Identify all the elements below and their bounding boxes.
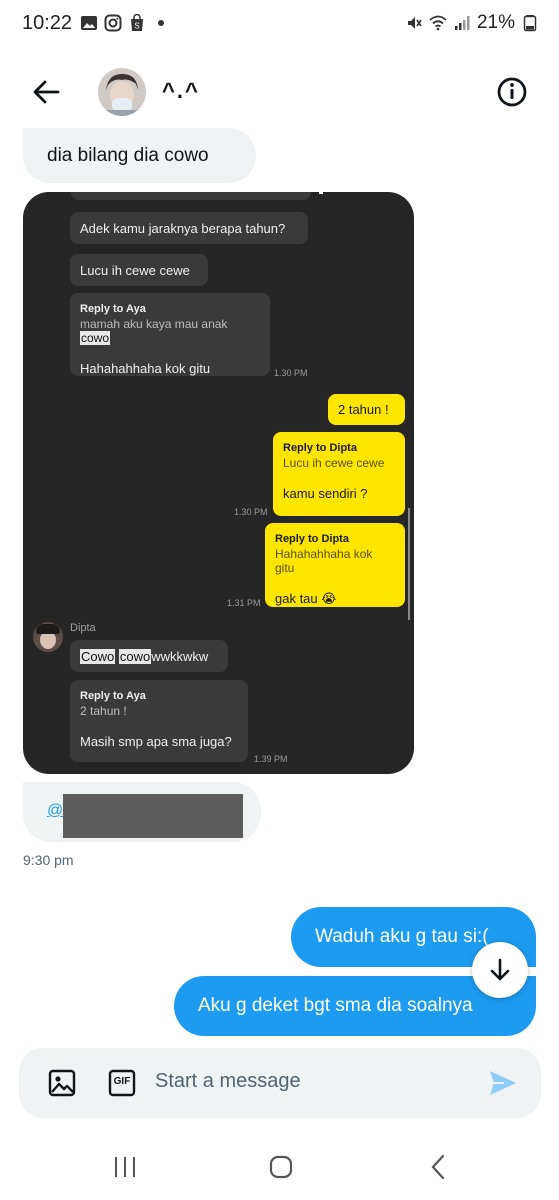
screenshot-time: 1.31 PM: [227, 598, 261, 608]
sender-name: Dipta: [70, 622, 96, 634]
image-artifact: [319, 192, 323, 194]
battery-percent: 21%: [476, 12, 515, 33]
mention-link[interactable]: @: [47, 802, 63, 820]
cut-off-bubble: [71, 192, 311, 200]
back-icon[interactable]: [424, 1152, 454, 1182]
reply-title: Reply to Dipta: [275, 533, 349, 545]
message-timestamp: 9:30 pm: [23, 852, 74, 868]
scrollbar: [408, 508, 410, 620]
image-icon[interactable]: [47, 1068, 77, 1098]
reply-quote: Lucu ih cewe cewe: [283, 456, 385, 470]
info-icon[interactable]: [494, 74, 530, 110]
conversation-header: ^.^: [0, 60, 559, 124]
battery-icon: [523, 15, 537, 32]
screenshot-message-text: 2 tahun !: [338, 402, 389, 417]
status-right-icons: 21%: [405, 12, 539, 34]
send-icon[interactable]: [487, 1067, 519, 1099]
screenshot-time: 1.30 PM: [274, 368, 308, 378]
avatar[interactable]: [98, 68, 146, 116]
status-bar: 10:22 S 21%: [0, 0, 559, 50]
reply-title: Reply to Aya: [80, 690, 146, 702]
navigation-bar: [0, 1140, 559, 1200]
svg-text:S: S: [134, 22, 139, 31]
screenshot-message-text: wwkkwkw: [151, 648, 209, 664]
message-text: Aku g deket bgt sma dia soalnya: [198, 995, 473, 1016]
reply-title: Reply to Aya: [80, 303, 146, 315]
screenshot-time: 1.39 PM: [254, 754, 288, 764]
home-icon[interactable]: [266, 1152, 296, 1182]
screenshot-message: Cowo cowo wwkkwkw: [70, 640, 228, 672]
wifi-icon: [429, 15, 447, 31]
mute-icon: [407, 17, 422, 29]
screenshot-sent-reply: Reply to Dipta Hahahahhaha kok gitu gak …: [265, 523, 405, 607]
message-text: Waduh aku g tau si:(: [315, 926, 489, 947]
message-composer: GIF Start a message: [19, 1048, 541, 1118]
reply-quote: mamah aku kaya mau anak cowo: [80, 317, 260, 345]
screenshot-time: 1.30 PM: [234, 507, 268, 517]
screenshot-message-text: Adek kamu jaraknya berapa tahun?: [80, 220, 286, 236]
shared-image[interactable]: Adek kamu jaraknya berapa tahun? Lucu ih…: [23, 192, 414, 774]
highlighted-word: cowo: [80, 331, 111, 345]
instagram-icon: [104, 14, 122, 32]
message-input[interactable]: Start a message: [155, 1070, 301, 1093]
reply-text: Hahahahhaha kok gitu: [80, 361, 211, 376]
screenshot-sent-reply: Reply to Dipta Lucu ih cewe cewe kamu se…: [273, 432, 405, 516]
arrow-left-icon[interactable]: [28, 74, 64, 110]
reply-text: Masih smp apa sma juga?: [80, 734, 232, 749]
reply-text: kamu sendiri ?: [283, 486, 368, 501]
sender-avatar: [33, 622, 63, 652]
highlighted-word: Cowo: [80, 648, 116, 664]
reply-quote-text: mamah aku kaya mau anak: [80, 317, 228, 331]
message-incoming[interactable]: dia bilang dia cowo: [23, 128, 256, 183]
shop-icon: S: [131, 14, 143, 31]
screenshot-reply-message: Reply to Aya 2 tahun ! Masih smp apa sma…: [70, 680, 248, 762]
reply-title: Reply to Dipta: [283, 442, 357, 454]
screenshot-message: Lucu ih cewe cewe: [70, 254, 208, 286]
arrow-down-icon: [490, 958, 510, 981]
image-icon: [81, 16, 97, 30]
message-incoming-mention[interactable]: @: [23, 782, 261, 842]
recent-apps-icon[interactable]: [110, 1152, 140, 1182]
screenshot-reply-message: Reply to Aya mamah aku kaya mau anak cow…: [70, 293, 270, 376]
dot-icon: [158, 20, 164, 26]
screenshot-sent-message: 2 tahun !: [328, 394, 405, 425]
screenshot-message: Adek kamu jaraknya berapa tahun?: [70, 212, 308, 244]
highlighted-word: cowo: [118, 648, 152, 664]
avatar-image: [98, 68, 146, 116]
redacted-block: [63, 794, 243, 838]
reply-text: gak tau 😭: [275, 591, 337, 606]
gif-icon[interactable]: GIF: [107, 1068, 137, 1098]
signal-icon: [454, 16, 470, 30]
scroll-to-bottom-button[interactable]: [472, 942, 528, 998]
screenshot-message-text: Lucu ih cewe cewe: [80, 262, 190, 278]
status-left-icons: S: [80, 14, 170, 32]
status-time: 10:22: [22, 12, 73, 34]
conversation-title: ^.^: [162, 78, 200, 103]
message-text: dia bilang dia cowo: [47, 144, 209, 166]
reply-quote: 2 tahun !: [80, 704, 127, 718]
reply-quote: Hahahahhaha kok gitu: [275, 547, 373, 575]
gif-label: GIF: [113, 1076, 131, 1087]
